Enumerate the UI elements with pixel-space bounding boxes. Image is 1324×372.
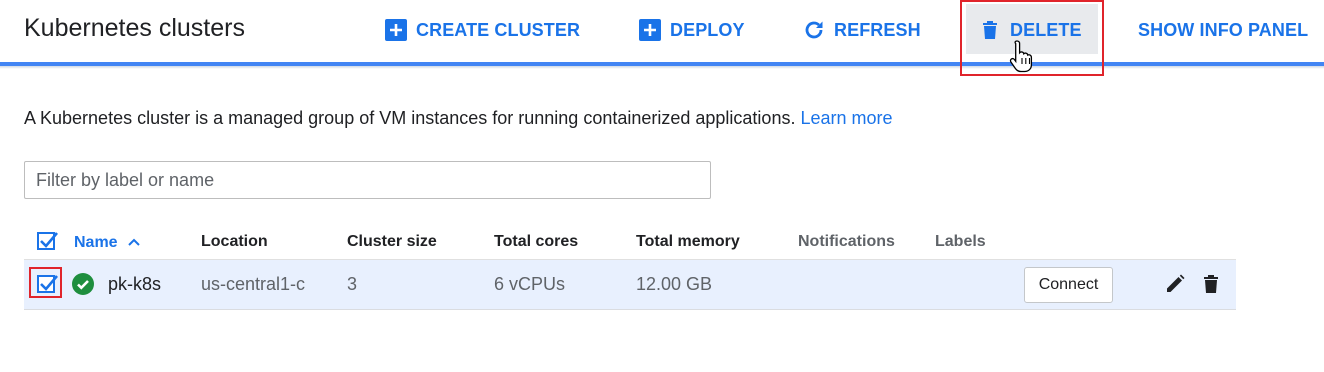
column-header-location[interactable]: Location <box>201 232 268 252</box>
trash-icon[interactable] <box>1200 273 1222 295</box>
cluster-location: us-central1-c <box>201 274 306 294</box>
learn-more-link[interactable]: Learn more <box>800 108 892 128</box>
page-header: Kubernetes clusters CREATE CLUSTER DEPLO… <box>0 0 1324 62</box>
column-name-label: Name <box>74 234 118 251</box>
column-header-total-memory[interactable]: Total memory <box>636 232 740 252</box>
hand-pointer-icon <box>1008 38 1038 74</box>
create-cluster-label: CREATE CLUSTER <box>416 19 581 40</box>
cluster-size: 3 <box>347 274 358 294</box>
column-header-notifications: Notifications <box>798 233 895 250</box>
create-cluster-button[interactable]: CREATE CLUSTER <box>384 16 580 44</box>
page-title: Kubernetes clusters <box>24 14 245 42</box>
refresh-icon <box>802 18 826 42</box>
add-box-icon <box>638 18 662 42</box>
cluster-memory: 12.00 GB <box>636 274 713 294</box>
column-header-total-cores[interactable]: Total cores <box>494 232 578 252</box>
checkbox-highlight-box <box>29 267 62 298</box>
column-header-name[interactable]: Name <box>74 232 140 253</box>
filter-input[interactable] <box>24 161 711 199</box>
column-header-cluster-size[interactable]: Cluster size <box>347 232 437 252</box>
add-box-icon <box>384 18 408 42</box>
description-text: A Kubernetes cluster is a managed group … <box>24 108 796 128</box>
refresh-button[interactable]: REFRESH <box>802 16 921 44</box>
sort-ascending-icon <box>128 232 140 252</box>
deploy-button[interactable]: DEPLOY <box>638 16 745 44</box>
cluster-cores: 6 vCPUs <box>494 274 566 294</box>
page-description: A Kubernetes cluster is a managed group … <box>24 106 893 130</box>
select-all-checkbox[interactable] <box>37 232 58 250</box>
edit-icon[interactable] <box>1164 273 1186 295</box>
check-circle-icon <box>72 273 94 295</box>
show-info-panel-label: SHOW INFO PANEL <box>1138 19 1309 40</box>
refresh-label: REFRESH <box>834 19 921 40</box>
connect-button[interactable]: Connect <box>1024 267 1113 303</box>
show-info-panel-button[interactable]: SHOW INFO PANEL <box>1138 16 1308 44</box>
cluster-name-link[interactable]: pk-k8s <box>108 273 161 295</box>
header-divider-shadow <box>0 66 1324 69</box>
deploy-label: DEPLOY <box>670 19 745 40</box>
column-header-labels: Labels <box>935 233 986 250</box>
